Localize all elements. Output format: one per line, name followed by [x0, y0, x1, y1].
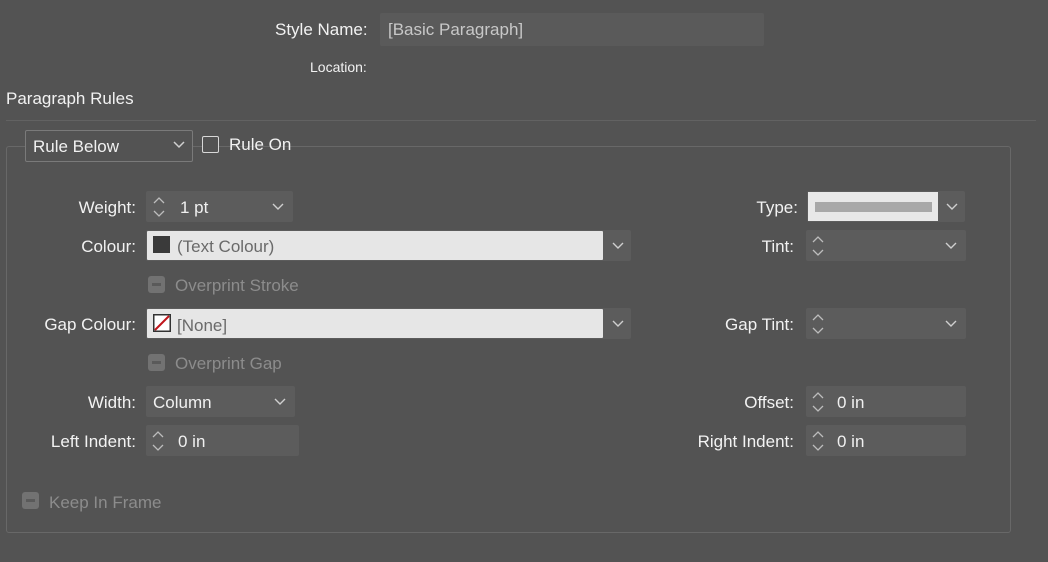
chevron-down-icon	[612, 320, 624, 327]
type-label: Type:	[756, 198, 798, 217]
solid-line-preview	[815, 202, 932, 212]
keep-in-frame-checkbox[interactable]	[22, 492, 39, 509]
stepper-icon[interactable]	[811, 311, 825, 337]
tint-field[interactable]	[806, 230, 966, 261]
right-indent-field[interactable]: 0 in	[806, 425, 966, 456]
chevron-down-icon	[274, 398, 286, 405]
keep-in-frame-label: Keep In Frame	[49, 493, 162, 512]
gap-tint-field[interactable]	[806, 308, 966, 339]
weight-label: Weight:	[78, 198, 136, 217]
rule-type-select[interactable]: Rule Below	[25, 130, 193, 162]
rule-on-checkbox[interactable]	[202, 136, 219, 153]
chevron-down-icon[interactable]	[945, 320, 957, 328]
colour-label: Colour:	[81, 237, 136, 256]
location-label: Location:	[310, 59, 367, 75]
right-indent-value: 0 in	[837, 432, 865, 451]
type-swatch	[808, 192, 938, 221]
weight-field[interactable]: 1 pt	[146, 191, 293, 222]
chevron-down-icon[interactable]	[945, 242, 957, 250]
left-indent-value: 0 in	[178, 432, 206, 451]
type-select[interactable]	[807, 191, 965, 222]
stepper-icon[interactable]	[151, 428, 165, 454]
style-name-field[interactable]: [Basic Paragraph]	[380, 13, 764, 46]
gap-colour-value: [None]	[177, 316, 228, 335]
gap-colour-label: Gap Colour:	[44, 315, 136, 334]
chevron-down-icon[interactable]	[272, 203, 284, 211]
style-name-label: Style Name:	[275, 20, 368, 39]
style-name-value: [Basic Paragraph]	[388, 20, 524, 39]
width-select[interactable]: Column	[146, 386, 295, 417]
overprint-stroke-label: Overprint Stroke	[175, 276, 299, 295]
none-swatch-icon	[153, 314, 171, 332]
weight-value: 1 pt	[180, 198, 209, 217]
offset-value: 0 in	[837, 393, 865, 412]
colour-select[interactable]: (Text Colour)	[146, 230, 631, 261]
stepper-icon[interactable]	[811, 233, 825, 259]
overprint-stroke-checkbox[interactable]	[148, 276, 165, 293]
offset-field[interactable]: 0 in	[806, 386, 966, 417]
chevron-down-icon	[612, 242, 624, 249]
chevron-down-icon	[173, 141, 185, 149]
colour-field: (Text Colour)	[147, 231, 603, 260]
colour-value: (Text Colour)	[177, 237, 275, 256]
overprint-gap-checkbox[interactable]	[148, 354, 165, 371]
colour-swatch	[153, 236, 170, 253]
offset-label: Offset:	[744, 393, 794, 412]
stepper-icon[interactable]	[811, 428, 825, 454]
section-divider	[6, 120, 1036, 121]
stepper-icon[interactable]	[152, 194, 166, 220]
overprint-gap-label: Overprint Gap	[175, 354, 282, 373]
left-indent-field[interactable]: 0 in	[146, 425, 299, 456]
left-indent-label: Left Indent:	[50, 432, 136, 451]
rule-type-select-value: Rule Below	[33, 137, 119, 156]
rule-on-label: Rule On	[229, 135, 292, 154]
right-indent-label: Right Indent:	[697, 432, 794, 451]
section-title: Paragraph Rules	[6, 89, 134, 108]
width-label: Width:	[87, 393, 136, 412]
width-value: Column	[153, 393, 212, 412]
gap-colour-field: [None]	[147, 309, 603, 338]
tint-label: Tint:	[761, 237, 794, 256]
gap-colour-select[interactable]: [None]	[146, 308, 631, 339]
chevron-down-icon	[946, 203, 958, 210]
stepper-icon[interactable]	[811, 389, 825, 415]
gap-tint-label: Gap Tint:	[725, 315, 794, 334]
